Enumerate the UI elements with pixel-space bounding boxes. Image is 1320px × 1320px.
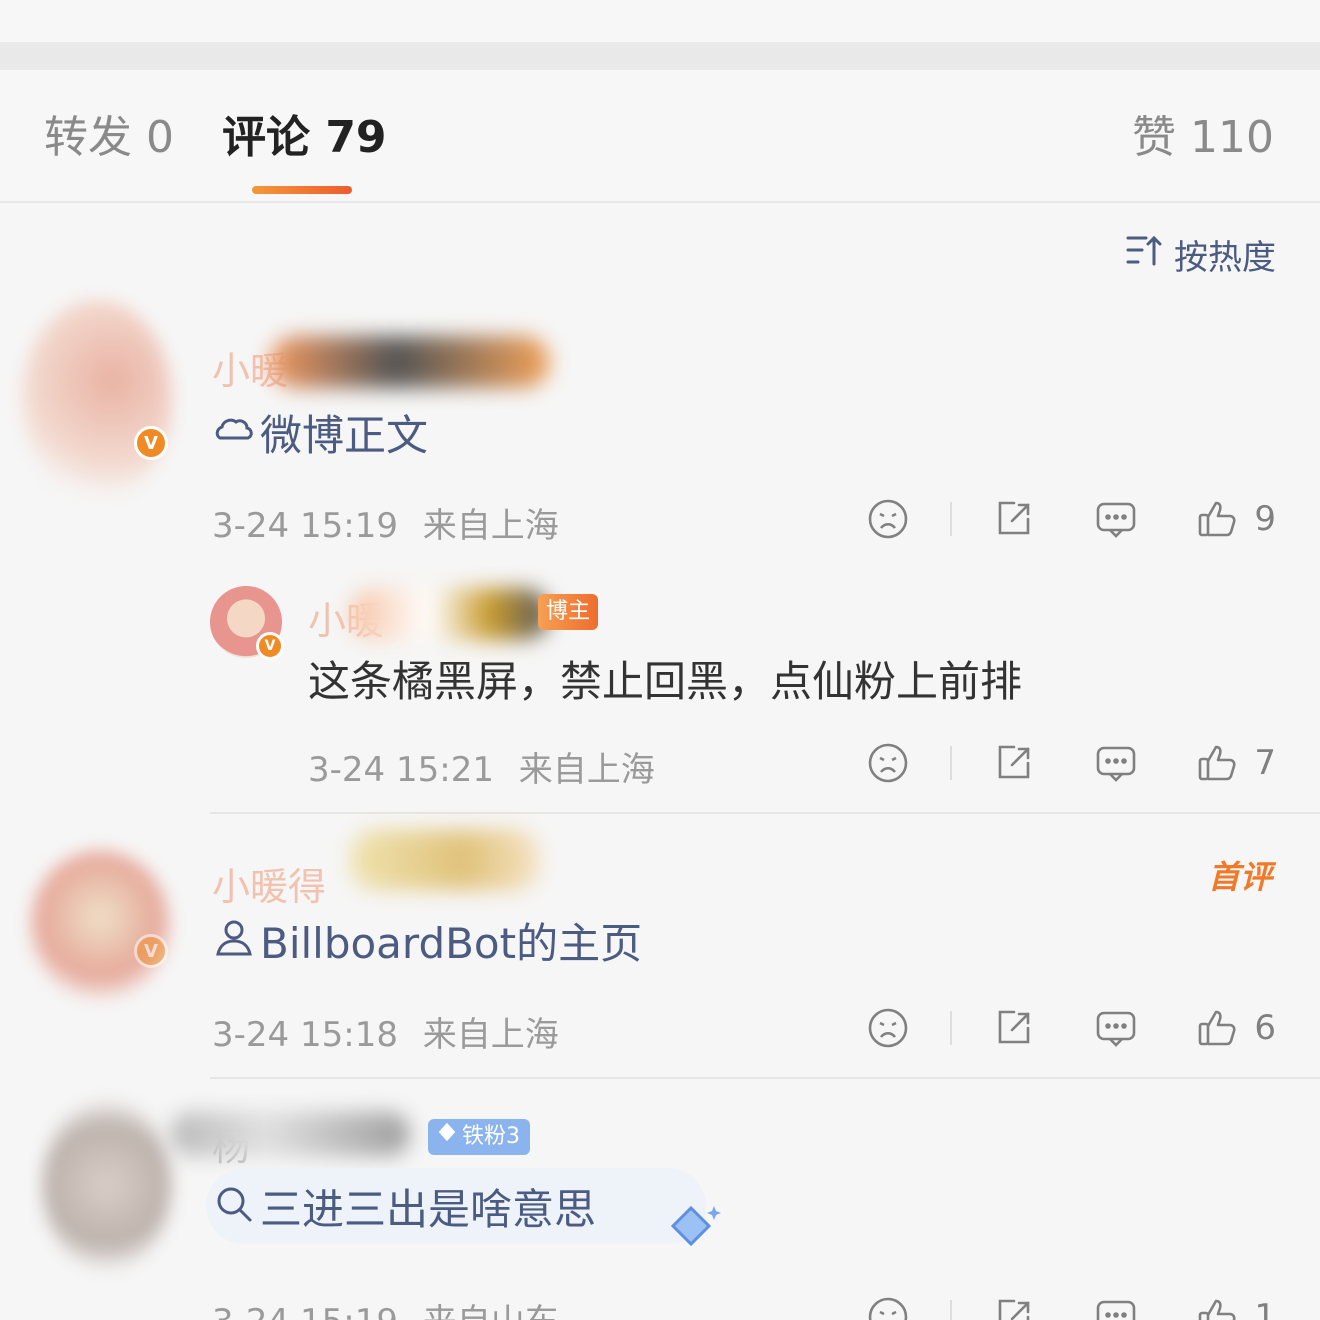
thumbs-up-icon xyxy=(1199,1299,1236,1320)
share-icon xyxy=(999,501,1030,535)
tab-bar: 转发 0 评论 79 赞 110 xyxy=(0,70,1320,203)
like-count: 6 xyxy=(1254,1008,1276,1048)
user-icon xyxy=(212,916,256,972)
search-icon xyxy=(212,1182,256,1238)
comment-search-link[interactable]: 三进三出是啥意思 xyxy=(212,1182,596,1238)
blurred-name-overlay xyxy=(350,588,550,640)
diamond-sparkle-icon xyxy=(656,1200,726,1264)
reply-button[interactable] xyxy=(1094,1006,1138,1050)
comment-bubble-icon xyxy=(1097,1011,1136,1047)
blurred-name-overlay xyxy=(170,1112,410,1156)
like-button[interactable]: 6 xyxy=(1196,1006,1276,1050)
dislike-button[interactable] xyxy=(866,1006,910,1050)
tab-likes[interactable]: 赞 110 xyxy=(1132,112,1274,164)
comment-author-name[interactable]: 小暖得 xyxy=(212,856,326,911)
sort-button[interactable]: 按热度 xyxy=(1124,230,1276,279)
sad-face-icon xyxy=(869,1008,908,1048)
thumbs-up-icon xyxy=(1199,745,1236,781)
sort-label: 按热度 xyxy=(1174,237,1276,278)
thumbs-up-icon xyxy=(1199,501,1236,537)
comment-location: 来自上海 xyxy=(422,1015,559,1055)
comment-time: 3-24 15:19 xyxy=(212,506,398,546)
comment-text: 三进三出是啥意思 xyxy=(260,1185,597,1234)
comment-text: 微博正文 xyxy=(260,411,429,460)
comment-actions: 9 xyxy=(866,494,1276,544)
comment-meta: 3-24 15:18 来自上海 xyxy=(212,1007,559,1056)
weibo-icon xyxy=(212,408,256,464)
action-divider xyxy=(950,502,953,536)
avatar[interactable] xyxy=(30,850,170,1000)
comment-bubble-icon xyxy=(1097,1300,1136,1320)
fan-badge: 铁粉3 xyxy=(428,1119,530,1155)
comment-link-text[interactable]: BillboardBot的主页 xyxy=(212,916,642,972)
share-button[interactable] xyxy=(992,1006,1036,1050)
like-count: 1 xyxy=(1254,1297,1276,1320)
comment-actions: 6 xyxy=(866,1003,1276,1053)
dislike-button[interactable] xyxy=(866,497,910,541)
fan-badge-label: 铁粉3 xyxy=(462,1124,520,1149)
comment-meta: 3-24 15:19 来自上海 xyxy=(212,498,559,547)
blurred-name-overlay xyxy=(350,830,540,890)
sad-face-icon xyxy=(869,743,908,783)
thumbs-up-icon xyxy=(1199,1010,1236,1046)
action-divider xyxy=(950,746,953,780)
share-icon xyxy=(999,1299,1030,1320)
reply-meta: 3-24 15:21 来自上海 xyxy=(308,742,655,791)
sad-face-icon xyxy=(869,1297,908,1320)
verified-badge-icon: V xyxy=(134,934,168,968)
reply-button[interactable] xyxy=(1094,1295,1138,1320)
comment-location: 来自上海 xyxy=(422,506,559,546)
avatar[interactable] xyxy=(42,1100,172,1270)
comment-actions: 1 xyxy=(866,1292,1276,1320)
tab-comments[interactable]: 评论 79 xyxy=(222,112,387,164)
section-separator xyxy=(0,42,1320,70)
like-button[interactable]: 7 xyxy=(1196,741,1276,785)
comment-meta: 3-24 15:19 来自山东 xyxy=(212,1294,559,1320)
like-count: 9 xyxy=(1254,499,1276,539)
comment-bubble-icon xyxy=(1097,746,1136,782)
verified-badge-icon: V xyxy=(134,426,168,460)
sad-face-icon xyxy=(869,499,908,539)
like-button[interactable]: 1 xyxy=(1196,1295,1276,1320)
active-tab-indicator xyxy=(252,186,352,194)
tab-repost[interactable]: 转发 0 xyxy=(44,112,174,164)
share-button[interactable] xyxy=(992,1295,1036,1320)
blurred-name-overlay xyxy=(270,336,550,388)
first-comment-badge: 首评 xyxy=(1207,858,1272,896)
reply-time: 3-24 15:21 xyxy=(308,750,494,790)
top-strip xyxy=(0,0,1320,42)
diamond-icon xyxy=(436,1119,458,1155)
avatar[interactable] xyxy=(22,300,172,500)
blogger-badge: 博主 xyxy=(538,594,599,630)
comment-divider xyxy=(210,1077,1320,1079)
reply-actions: 7 xyxy=(866,738,1276,788)
reply-button[interactable] xyxy=(1094,497,1138,541)
action-divider xyxy=(950,1300,953,1320)
comment-text: BillboardBot的主页 xyxy=(260,919,643,968)
verified-badge-icon: V xyxy=(256,632,284,660)
comment-time: 3-24 15:18 xyxy=(212,1015,398,1055)
like-count: 7 xyxy=(1254,743,1276,783)
share-button[interactable] xyxy=(992,741,1036,785)
dislike-button[interactable] xyxy=(866,1295,910,1320)
comment-divider xyxy=(210,812,1320,814)
comment-time: 3-24 15:19 xyxy=(212,1302,398,1320)
sort-icon xyxy=(1124,230,1164,279)
dislike-button[interactable] xyxy=(866,741,910,785)
share-button[interactable] xyxy=(992,497,1036,541)
comment-bubble-icon xyxy=(1097,502,1136,538)
share-icon xyxy=(999,1010,1030,1044)
reply-button[interactable] xyxy=(1094,741,1138,785)
action-divider xyxy=(950,1011,953,1045)
reply-text: 这条橘黑屏，禁止回黑，点仙粉上前排 xyxy=(308,657,1023,706)
like-button[interactable]: 9 xyxy=(1196,497,1276,541)
reply-location: 来自上海 xyxy=(518,750,655,790)
share-icon xyxy=(999,745,1030,779)
comment-link-text[interactable]: 微博正文 xyxy=(212,408,428,464)
comment-location: 来自山东 xyxy=(423,1302,559,1320)
